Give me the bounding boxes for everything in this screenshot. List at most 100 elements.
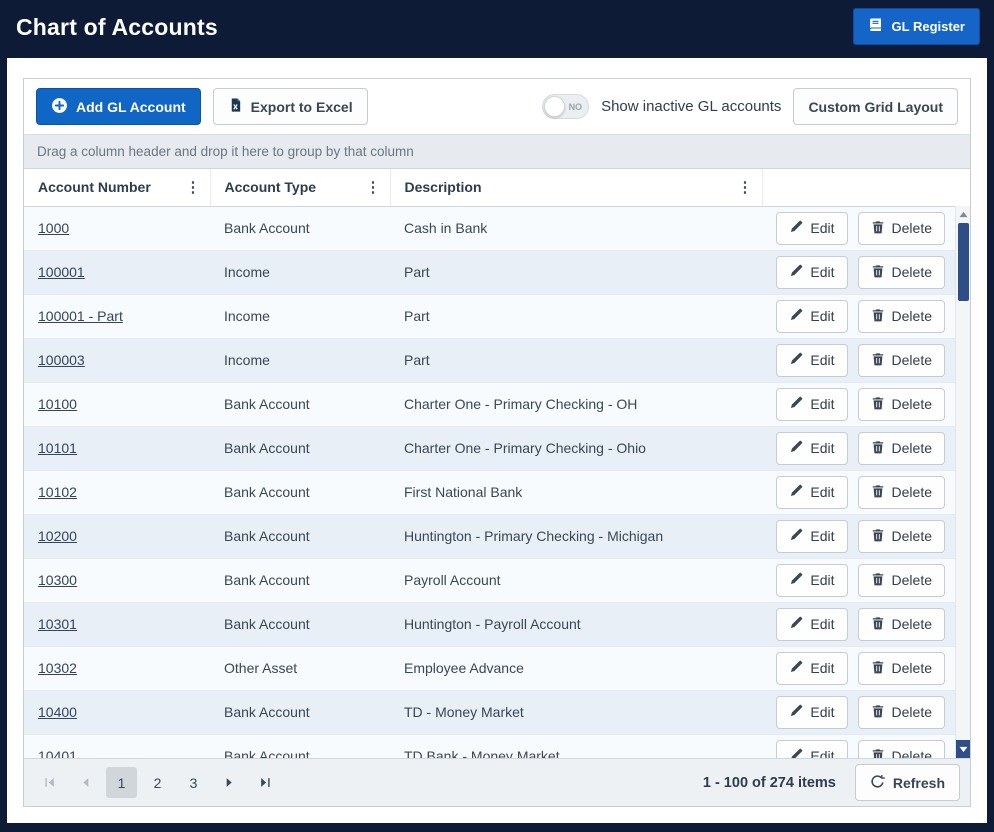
actions-cell: Edit Delete — [762, 514, 955, 559]
account-number-link[interactable]: 100001 — [38, 264, 85, 280]
column-menu-icon[interactable]: ⋮ — [363, 178, 384, 196]
delete-button[interactable]: Delete — [857, 387, 945, 421]
pencil-icon — [789, 660, 803, 677]
account-number-link[interactable]: 1000 — [38, 220, 69, 236]
scrollbar-thumb[interactable] — [957, 223, 969, 301]
delete-button[interactable]: Delete — [857, 695, 945, 729]
column-header-account-number[interactable]: Account Number ⋮ — [24, 169, 211, 207]
table-row: 100001 - Part Income Part Edit Delete — [24, 294, 955, 339]
show-inactive-label: Show inactive GL accounts — [601, 98, 782, 115]
account-type-cell: Bank Account — [210, 734, 390, 758]
first-page-button[interactable] — [34, 767, 65, 798]
delete-button[interactable]: Delete — [857, 431, 945, 465]
account-type-cell: Bank Account — [210, 206, 390, 251]
edit-button[interactable]: Edit — [776, 475, 848, 509]
gl-register-button[interactable]: GL Register — [852, 8, 980, 45]
account-number-link[interactable]: 100001 - Part — [38, 308, 123, 324]
description-cell: Huntington - Primary Checking - Michigan — [390, 514, 762, 559]
group-drop-area[interactable]: Drag a column header and drop it here to… — [24, 134, 970, 169]
next-page-button[interactable] — [214, 767, 245, 798]
trash-icon — [871, 264, 885, 281]
account-type-cell: Bank Account — [210, 690, 390, 735]
account-number-link[interactable]: 10101 — [38, 440, 77, 456]
description-cell: TD Bank - Money Market — [390, 734, 762, 758]
account-number-link[interactable]: 10100 — [38, 396, 77, 412]
edit-button[interactable]: Edit — [776, 651, 848, 685]
description-cell: Part — [390, 250, 762, 295]
refresh-label: Refresh — [892, 774, 945, 791]
delete-button[interactable]: Delete — [857, 651, 945, 685]
scroll-up-icon[interactable] — [956, 206, 971, 222]
vertical-scrollbar[interactable] — [955, 206, 970, 758]
previous-page-button[interactable] — [70, 767, 101, 798]
edit-button[interactable]: Edit — [776, 343, 848, 377]
delete-button[interactable]: Delete — [857, 211, 945, 245]
account-number-link[interactable]: 10302 — [38, 660, 77, 676]
toolbar: Add GL Account Export to Excel NO Show i… — [24, 79, 970, 134]
edit-button[interactable]: Edit — [776, 387, 848, 421]
trash-icon — [871, 572, 885, 589]
account-type-cell: Income — [210, 250, 390, 295]
column-menu-icon[interactable]: ⋮ — [183, 178, 204, 196]
export-excel-button[interactable]: Export to Excel — [212, 88, 368, 125]
delete-button[interactable]: Delete — [857, 255, 945, 289]
column-label: Account Number — [38, 179, 151, 196]
account-number-cell: 100001 - Part — [24, 294, 210, 339]
column-menu-icon[interactable]: ⋮ — [735, 178, 756, 196]
custom-grid-layout-label: Custom Grid Layout — [808, 98, 943, 115]
table-row: 10100 Bank Account Charter One - Primary C… — [24, 382, 955, 427]
last-page-button[interactable] — [250, 767, 281, 798]
trash-icon — [871, 484, 885, 501]
custom-grid-layout-button[interactable]: Custom Grid Layout — [793, 88, 958, 125]
account-number-link[interactable]: 10102 — [38, 484, 77, 500]
account-number-cell: 10101 — [24, 426, 210, 471]
edit-button[interactable]: Edit — [776, 519, 848, 553]
edit-button[interactable]: Edit — [776, 607, 848, 641]
refresh-button[interactable]: Refresh — [854, 764, 960, 801]
delete-button[interactable]: Delete — [857, 475, 945, 509]
delete-button[interactable]: Delete — [857, 739, 945, 758]
add-gl-account-button[interactable]: Add GL Account — [36, 88, 201, 125]
table-row: 10200 Bank Account Huntington - Primary Ch… — [24, 514, 955, 559]
page-button-2[interactable]: 2 — [142, 767, 173, 798]
account-number-cell: 1000 — [24, 206, 210, 251]
show-inactive-toggle[interactable]: NO — [542, 94, 590, 119]
account-number-link[interactable]: 100003 — [38, 352, 85, 368]
edit-button[interactable]: Edit — [776, 211, 848, 245]
pencil-icon — [789, 616, 803, 633]
scroll-down-icon[interactable] — [955, 740, 970, 758]
pencil-icon — [789, 440, 803, 457]
column-header-description[interactable]: Description ⋮ — [390, 169, 763, 207]
account-number-link[interactable]: 10401 — [38, 748, 77, 758]
actions-cell: Edit Delete — [762, 646, 955, 691]
pencil-icon — [789, 748, 803, 758]
edit-button[interactable]: Edit — [776, 739, 848, 758]
description-cell: Payroll Account — [390, 558, 762, 603]
delete-button[interactable]: Delete — [857, 299, 945, 333]
page-button-1[interactable]: 1 — [106, 767, 137, 798]
pencil-icon — [789, 352, 803, 369]
account-number-link[interactable]: 10200 — [38, 528, 77, 544]
delete-button[interactable]: Delete — [857, 519, 945, 553]
column-header-account-type[interactable]: Account Type ⋮ — [210, 169, 391, 207]
delete-button[interactable]: Delete — [857, 343, 945, 377]
actions-cell: Edit Delete — [762, 602, 955, 647]
edit-button[interactable]: Edit — [776, 563, 848, 597]
account-number-link[interactable]: 10300 — [38, 572, 77, 588]
delete-button[interactable]: Delete — [857, 607, 945, 641]
edit-button[interactable]: Edit — [776, 695, 848, 729]
description-cell: Part — [390, 294, 762, 339]
description-cell: First National Bank — [390, 470, 762, 515]
edit-button[interactable]: Edit — [776, 431, 848, 465]
edit-button[interactable]: Edit — [776, 299, 848, 333]
header-row: Account Number ⋮ Account Type ⋮ Descriptio… — [24, 169, 955, 207]
account-number-link[interactable]: 10301 — [38, 616, 77, 632]
account-number-cell: 100003 — [24, 338, 210, 383]
delete-button[interactable]: Delete — [857, 563, 945, 597]
table-row: 10102 Bank Account First National Bank Edit… — [24, 470, 955, 515]
pager-pages: 123 — [106, 767, 209, 798]
edit-button[interactable]: Edit — [776, 255, 848, 289]
page-button-3[interactable]: 3 — [178, 767, 209, 798]
account-number-link[interactable]: 10400 — [38, 704, 77, 720]
grid-area: Account Number ⋮ Account Type ⋮ Descriptio… — [24, 169, 970, 758]
